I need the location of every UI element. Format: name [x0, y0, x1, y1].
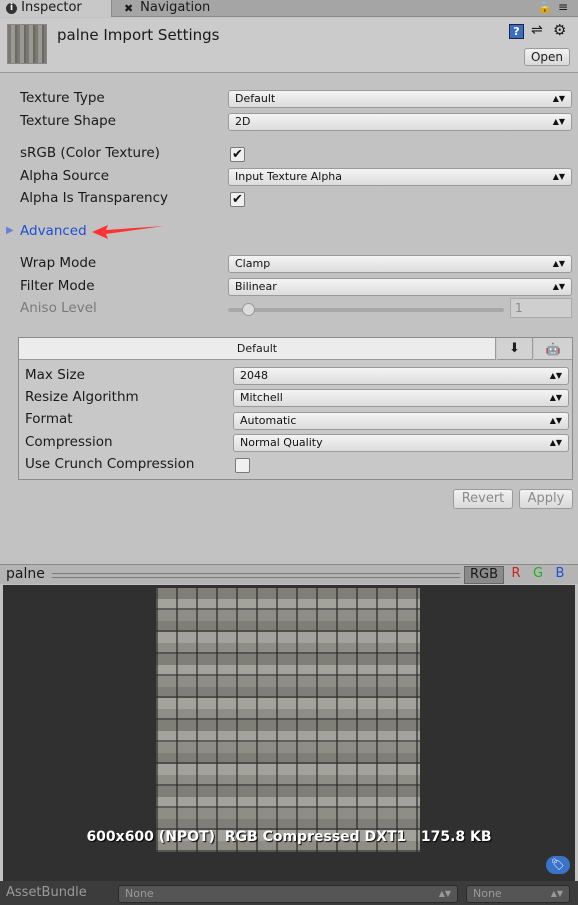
channel-g-button[interactable]: G [528, 566, 548, 584]
srgb-label: sRGB (Color Texture) [20, 145, 160, 161]
resize-algorithm-label: Resize Algorithm [25, 389, 139, 405]
dropdown-arrow-icon: ▲▼ [438, 889, 451, 898]
texture-type-label: Texture Type [20, 90, 105, 106]
alpha-source-dropdown[interactable]: Input Texture Alpha ▲▼ [228, 168, 572, 186]
assetbundle-variant-value: None [473, 887, 502, 900]
texture-shape-value: 2D [235, 115, 251, 128]
assetbundle-variant-dropdown[interactable]: None ▲▼ [466, 885, 570, 903]
aniso-slider-track[interactable] [228, 308, 504, 312]
tab-navigation-label: Navigation [140, 0, 211, 15]
max-size-dropdown[interactable]: 2048 ▲▼ [233, 367, 569, 385]
alpha-source-label: Alpha Source [20, 168, 110, 184]
revert-button[interactable]: Revert [453, 489, 513, 509]
texture-type-value: Default [235, 92, 276, 105]
dropdown-arrow-icon: ▲▼ [549, 438, 562, 447]
dropdown-arrow-icon: ▲▼ [549, 371, 562, 380]
lock-icon[interactable]: 🔒 [538, 1, 552, 14]
dropdown-arrow-icon: ▲▼ [552, 259, 565, 268]
srgb-checkbox[interactable]: ✔ [230, 147, 245, 162]
wrap-mode-value: Clamp [235, 257, 271, 270]
dropdown-arrow-icon: ▲▼ [550, 889, 563, 898]
aniso-level-label: Aniso Level [20, 300, 97, 316]
platform-tab-standalone[interactable]: ⬇ [497, 338, 533, 360]
texture-shape-dropdown[interactable]: 2D ▲▼ [228, 113, 572, 131]
compression-value: Normal Quality [240, 436, 323, 449]
filter-mode-value: Bilinear [235, 280, 277, 293]
resize-algorithm-value: Mitchell [240, 391, 283, 404]
preset-icon[interactable]: ⇌ [531, 22, 543, 38]
alpha-transparency-checkbox[interactable]: ✔ [230, 192, 245, 207]
crunch-compression-checkbox[interactable] [235, 458, 250, 473]
platform-tab-default-label: Default [236, 342, 278, 355]
tab-bar: i Inspector ✖ Navigation 🔒 ≡ [0, 0, 578, 17]
texture-thumbnail [7, 24, 47, 64]
texture-preview-image [156, 588, 420, 852]
navigation-icon: ✖ [124, 2, 134, 15]
assetbundle-bar: AssetBundle None ▲▼ None ▲▼ [0, 881, 578, 905]
aniso-slider-thumb[interactable] [242, 303, 255, 316]
aniso-level-input[interactable]: 1 [510, 298, 572, 318]
dropdown-arrow-icon: ▲▼ [552, 94, 565, 103]
format-label: Format [25, 411, 73, 427]
dropdown-arrow-icon: ▲▼ [552, 282, 565, 291]
assetbundle-name-value: None [125, 887, 154, 900]
tab-inspector[interactable]: i Inspector [0, 0, 112, 17]
resize-algorithm-dropdown[interactable]: Mitchell ▲▼ [233, 389, 569, 407]
assetbundle-name-dropdown[interactable]: None ▲▼ [118, 885, 458, 903]
preview-drag-handle[interactable] [52, 573, 460, 578]
dropdown-arrow-icon: ▲▼ [549, 393, 562, 402]
advanced-foldout-icon[interactable]: ▶ [6, 225, 14, 236]
max-size-value: 2048 [240, 369, 268, 382]
gear-icon[interactable]: ⚙ [553, 21, 566, 39]
texture-type-dropdown[interactable]: Default ▲▼ [228, 90, 572, 108]
alpha-transparency-label: Alpha Is Transparency [20, 190, 169, 206]
advanced-foldout[interactable]: Advanced [20, 223, 87, 239]
assetbundle-label: AssetBundle [6, 885, 87, 900]
format-dropdown[interactable]: Automatic ▲▼ [233, 412, 569, 430]
help-icon[interactable]: ? [509, 24, 524, 39]
open-button[interactable]: Open [524, 48, 570, 66]
alpha-source-value: Input Texture Alpha [235, 170, 343, 183]
label-tag-icon[interactable]: 🏷 [546, 856, 570, 874]
format-value: Automatic [240, 414, 297, 427]
android-icon: 🤖 [545, 342, 561, 356]
apply-button[interactable]: Apply [519, 489, 573, 509]
header-title: palne Import Settings [57, 26, 220, 44]
info-icon: i [6, 3, 17, 14]
channel-b-button[interactable]: B [550, 566, 570, 584]
platform-tab-default[interactable]: Default [19, 338, 496, 360]
crunch-compression-label: Use Crunch Compression [25, 456, 195, 472]
max-size-label: Max Size [25, 367, 85, 383]
channel-rgb-button[interactable]: RGB [464, 566, 504, 584]
filter-mode-dropdown[interactable]: Bilinear ▲▼ [228, 278, 572, 296]
filter-mode-label: Filter Mode [20, 278, 95, 294]
dropdown-arrow-icon: ▲▼ [552, 172, 565, 181]
dropdown-arrow-icon: ▲▼ [552, 117, 565, 126]
platform-settings-panel: Default ⬇ 🤖 Max Size 2048 ▲▼ Resize Algor… [18, 337, 573, 480]
wrap-mode-label: Wrap Mode [20, 255, 97, 271]
preview-header: palne RGB R G B [0, 564, 578, 584]
preview-title: palne [6, 566, 45, 582]
texture-shape-label: Texture Shape [20, 113, 116, 129]
tab-inspector-label: Inspector [21, 0, 82, 15]
annotation-arrow [92, 225, 164, 239]
import-header: palne Import Settings ? ⇌ ⚙ Open [0, 18, 578, 73]
download-icon: ⬇ [509, 341, 520, 356]
tab-menu-icon[interactable]: ≡ [558, 0, 568, 14]
wrap-mode-dropdown[interactable]: Clamp ▲▼ [228, 255, 572, 273]
dropdown-arrow-icon: ▲▼ [549, 416, 562, 425]
channel-r-button[interactable]: R [506, 566, 526, 584]
tab-navigation[interactable]: ✖ Navigation [118, 0, 228, 17]
preview-area: 600x600 (NPOT) RGB Compressed DXT1 175.8… [3, 585, 575, 881]
texture-info-text: 600x600 (NPOT) RGB Compressed DXT1 175.8… [86, 829, 492, 845]
compression-dropdown[interactable]: Normal Quality ▲▼ [233, 434, 569, 452]
compression-label: Compression [25, 434, 113, 450]
platform-tab-android[interactable]: 🤖 [534, 338, 572, 360]
